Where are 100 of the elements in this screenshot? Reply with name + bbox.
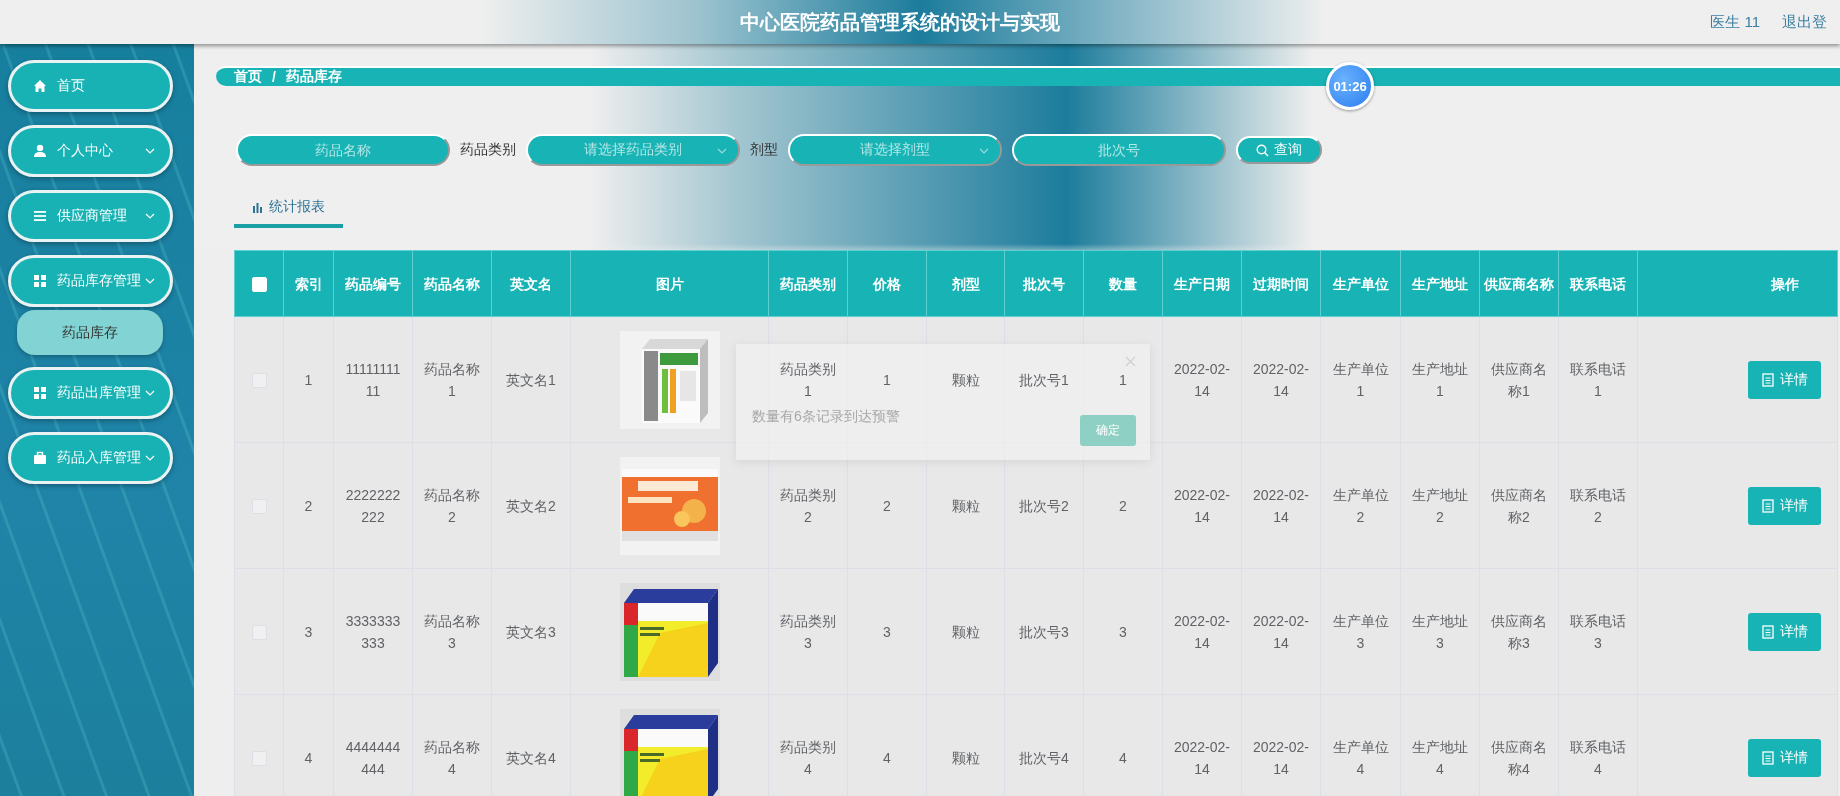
sidebar-item[interactable]: 供应商管理	[8, 190, 173, 242]
sidebar-item[interactable]: 药品库存管理	[8, 255, 173, 307]
table-cell: 2022-02-14	[1162, 316, 1242, 443]
table-cell: 药品名称1	[412, 316, 492, 443]
table-cell: 2022-02-14	[1241, 568, 1321, 695]
table-cell: 生产地址1	[1400, 316, 1480, 443]
sidebar-item[interactable]: 药品出库管理	[8, 367, 173, 419]
column-header: 批次号	[1004, 250, 1084, 317]
detail-button[interactable]: 详情	[1748, 738, 1821, 777]
user-icon	[33, 144, 47, 158]
home-icon	[33, 79, 47, 93]
table-cell: 供应商名称2	[1479, 442, 1559, 569]
select-field[interactable]: 请选择药品类别	[526, 134, 740, 166]
table-cell: 生产单位2	[1320, 442, 1401, 569]
table-cell: 2022-02-14	[1241, 694, 1321, 796]
table-cell: 批次号4	[1004, 694, 1084, 796]
table-cell: 生产地址3	[1400, 568, 1480, 695]
close-icon	[1125, 356, 1136, 367]
grid-icon	[33, 274, 47, 288]
table-cell: 2022-02-14	[1162, 442, 1242, 569]
detail-button[interactable]: 详情	[1748, 360, 1821, 399]
document-icon	[1761, 750, 1774, 765]
table-cell: 批次号3	[1004, 568, 1084, 695]
sidebar-item[interactable]: 个人中心	[8, 125, 173, 177]
column-header: 价格	[847, 250, 927, 317]
column-header: 联系电话	[1558, 250, 1638, 317]
detail-button[interactable]: 详情	[1748, 612, 1821, 651]
table-cell: 英文名1	[491, 316, 571, 443]
select-field[interactable]: 请选择剂型	[788, 134, 1002, 166]
input-field[interactable]: 批次号	[1012, 134, 1226, 166]
column-header: 药品类别	[768, 250, 848, 317]
table-cell: 颗粒	[926, 694, 1005, 796]
table-cell: 3333333333	[333, 568, 413, 695]
table-cell: 生产单位3	[1320, 568, 1401, 695]
table-cell: 3	[283, 568, 334, 695]
table-cell: 生产单位1	[1320, 316, 1401, 443]
column-header: 过期时间	[1241, 250, 1321, 317]
briefcase-icon	[33, 451, 47, 465]
table-cell: 供应商名称3	[1479, 568, 1559, 695]
table-cell: 英文名4	[491, 694, 571, 796]
table-cell: 联系电话1	[1558, 316, 1638, 443]
table-cell: 联系电话3	[1558, 568, 1638, 695]
table-cell: 3	[1083, 568, 1163, 695]
column-header: 生产地址	[1400, 250, 1480, 317]
table-cell: 药品类别4	[768, 694, 848, 796]
detail-button[interactable]: 详情	[1748, 486, 1821, 525]
column-header: 剂型	[926, 250, 1005, 317]
document-icon	[1761, 624, 1774, 639]
table-cell: 生产单位4	[1320, 694, 1401, 796]
document-icon	[1761, 498, 1774, 513]
column-header: 供应商名称	[1479, 250, 1559, 317]
breadcrumb-item[interactable]: 首页	[234, 68, 262, 86]
tab[interactable]: 统计报表	[234, 190, 343, 228]
table-cell: 4	[283, 694, 334, 796]
table-cell: 1111111111	[333, 316, 413, 443]
table-cell: 1	[283, 316, 334, 443]
breadcrumb-item: 药品库存	[285, 68, 342, 86]
search-button[interactable]: 查询	[1236, 136, 1322, 164]
table-cell: 生产地址2	[1400, 442, 1480, 569]
column-header: 生产单位	[1320, 250, 1401, 317]
table-cell: 联系电话2	[1558, 442, 1638, 569]
table-cell: 英文名2	[491, 442, 571, 569]
menu-icon	[33, 209, 47, 223]
table-cell: 4	[847, 694, 927, 796]
logout-link[interactable]: 退出登	[1782, 12, 1840, 32]
user-name: 医生 11	[1710, 12, 1760, 32]
timer-badge: 01:26	[1326, 62, 1374, 110]
select-all-checkbox[interactable]	[251, 277, 267, 293]
field-label: 剂型	[750, 141, 778, 159]
table-cell: 2	[283, 442, 334, 569]
table-cell: 2022-02-14	[1241, 316, 1321, 443]
submenu-item[interactable]: 药品库存	[17, 310, 163, 355]
table-cell: 英文名3	[491, 568, 571, 695]
column-header: 药品名称	[412, 250, 492, 317]
document-icon	[1761, 372, 1774, 387]
confirm-button[interactable]: 确定	[1080, 415, 1136, 446]
table-cell: 2222222222	[333, 442, 413, 569]
table-cell: 供应商名称1	[1479, 316, 1559, 443]
column-header: 操作	[1637, 250, 1838, 317]
column-header: 英文名	[491, 250, 571, 317]
sidebar-item[interactable]: 首页	[8, 60, 173, 112]
input-field[interactable]: 药品名称	[236, 134, 450, 166]
field-label: 药品类别	[460, 141, 516, 159]
search-icon	[1256, 143, 1269, 157]
table-cell: 2022-02-14	[1162, 694, 1242, 796]
table-cell: 3	[847, 568, 927, 695]
grid-icon	[33, 386, 47, 400]
table-cell: 生产地址4	[1400, 694, 1480, 796]
table-cell: 颗粒	[926, 568, 1005, 695]
sidebar-item[interactable]: 药品入库管理	[8, 432, 173, 484]
column-header: 图片	[570, 250, 769, 317]
app-title: 中心医院药品管理系统的设计与实现	[739, 9, 1062, 35]
table-cell: 联系电话4	[1558, 694, 1638, 796]
table-cell: 药品名称4	[412, 694, 492, 796]
table-cell: 4	[1083, 694, 1163, 796]
table-cell: 药品名称2	[412, 442, 492, 569]
table-cell: 供应商名称4	[1479, 694, 1559, 796]
table-cell: 2022-02-14	[1162, 568, 1242, 695]
table-cell: 2022-02-14	[1241, 442, 1321, 569]
column-header: 药品编号	[333, 250, 413, 317]
